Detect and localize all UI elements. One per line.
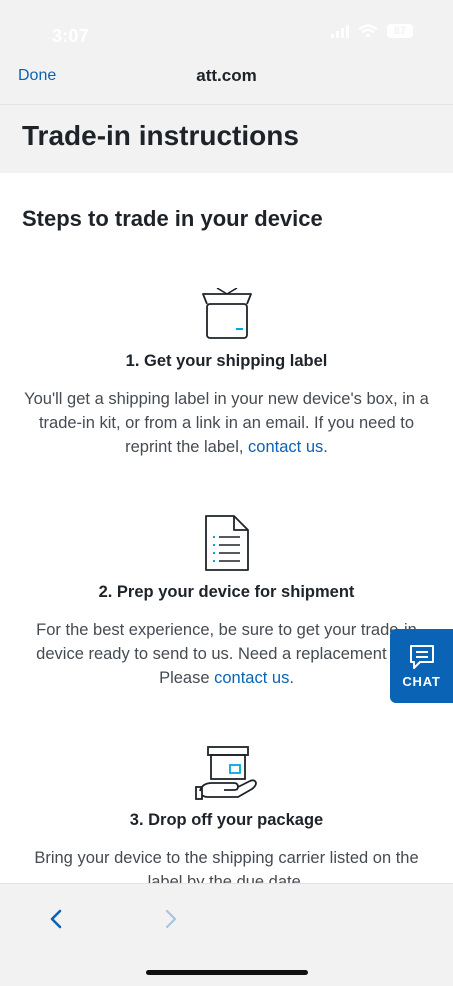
home-indicator [146,970,308,975]
page-header: Trade-in instructions [0,105,453,173]
box-icon [201,288,252,339]
signal-icon [331,24,349,38]
package-in-hand-icon [194,746,257,800]
chat-label: CHAT [402,673,441,689]
chevron-left-icon [50,909,62,929]
step-description-suffix: . [289,669,294,687]
browser-top-bar: 3:07 87 Done att.com [0,0,453,105]
step-description: For the best experience, be sure to get … [22,618,432,690]
step-title: 1. Get your shipping label [125,352,328,370]
back-button[interactable] [41,904,71,934]
chat-bubble-icon [409,644,434,669]
chevron-right-icon [165,909,177,929]
step-description: Bring your device to the shipping carrie… [34,849,419,883]
site-address: att.com [196,66,257,85]
step-2: 2. Prep your device for shipment For the… [0,513,453,690]
step-3: 3. Drop off your package Bring your devi… [0,745,453,883]
status-icons: 87 [331,24,413,38]
document-icon [204,515,249,571]
contact-us-link[interactable]: contact us [214,669,289,687]
forward-button[interactable] [156,904,186,934]
wifi-icon [359,24,377,38]
step-title: 2. Prep your device for shipment [98,583,355,601]
main-content: Steps to trade in your device 1. Get you… [0,173,453,883]
browser-bottom-bar [0,883,453,986]
status-time: 3:07 [52,26,89,46]
step-description-text: You'll get a shipping label in your new … [24,390,429,456]
page-title: Trade-in instructions [22,120,299,151]
battery-icon: 87 [387,24,413,38]
step-1: 1. Get your shipping label You'll get a … [0,288,453,459]
step-description-suffix: . [323,438,328,456]
step-description: You'll get a shipping label in your new … [22,387,432,459]
section-title: Steps to trade in your device [22,206,323,231]
step-title: 3. Drop off your package [129,811,324,829]
chat-button[interactable]: CHAT [390,629,453,703]
contact-us-link[interactable]: contact us [248,438,323,456]
